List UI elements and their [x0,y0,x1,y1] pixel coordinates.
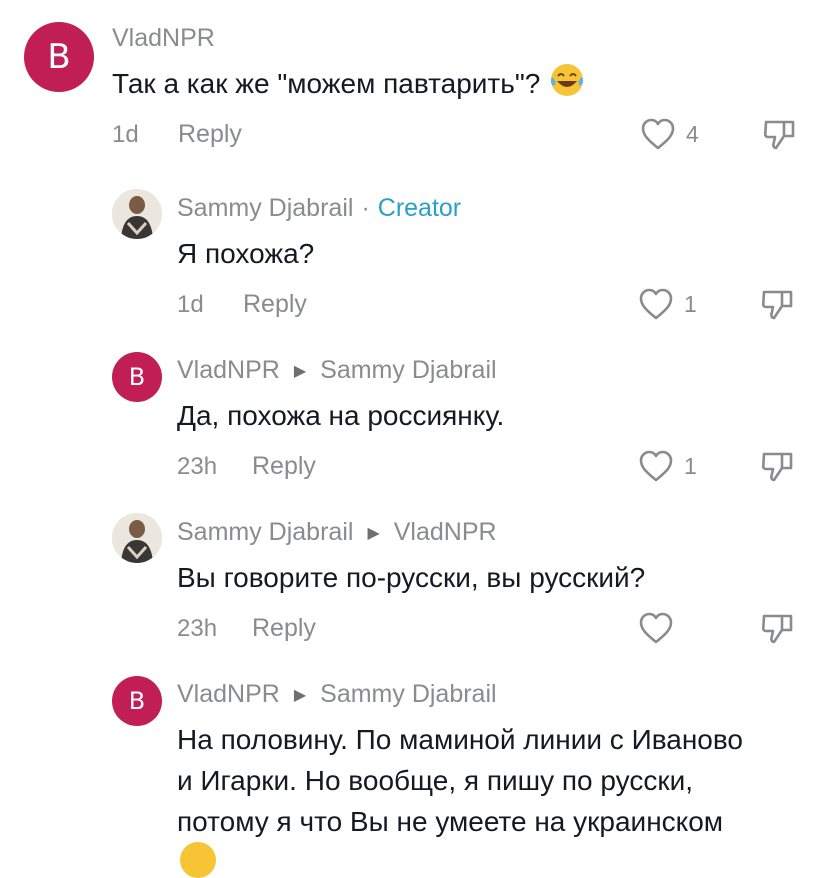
comment-line: и Игарки. Но вообще, я пишу по русски, [177,765,694,796]
reply-to-name[interactable]: Sammy Djabrail [320,680,496,709]
thumbs-down-outline-icon [761,452,793,482]
tears-of-joy-emoji-icon [548,61,586,110]
user-photo-icon [112,513,162,563]
like-button[interactable] [638,611,674,645]
comment-text: Да, похожа на россиянку. [177,400,505,431]
comment-time: 23h [177,615,218,642]
comment-author[interactable]: VladNPR [112,24,215,53]
emoji-partial-icon [180,842,216,878]
comment-actions: 23h Reply 1 [0,447,828,487]
like-button[interactable]: 4 [640,117,699,151]
separator: · [361,194,370,222]
avatar-letter: B [128,687,146,715]
reply-button[interactable]: Reply [243,290,307,319]
like-button[interactable]: 1 [638,287,697,321]
user-photo-icon [112,189,162,239]
dislike-button[interactable] [760,610,796,646]
avatar[interactable]: B [112,676,162,726]
dislike-button[interactable] [760,286,796,322]
comment-author: Sammy Djabrail · Creator [177,194,461,223]
comment-line: На половину. По маминой линии с Иваново [177,724,744,755]
comment-author: VladNPR ▶ Sammy Djabrail [177,680,497,709]
comment-line: потому я что Вы не умеете на украинском [177,806,724,837]
comment-body: Так а как же "можем павтарить"? [112,67,541,99]
like-count: 1 [684,290,697,317]
author-name[interactable]: Sammy Djabrail [177,518,353,547]
avatar[interactable]: B [24,22,94,92]
thumbs-down-outline-icon [761,290,793,320]
reply-to-name[interactable]: VladNPR [394,518,497,547]
avatar[interactable]: B [112,352,162,402]
author-name[interactable]: Sammy Djabrail [177,194,353,223]
author-name[interactable]: VladNPR [177,356,280,385]
author-name[interactable]: VladNPR [112,24,215,53]
reply-arrow-icon: ▶ [293,362,307,380]
avatar-letter: B [128,363,146,391]
comment-author: VladNPR ▶ Sammy Djabrail [177,356,497,385]
comment-actions: 1d Reply 1 [0,285,828,325]
thumbs-down-outline-icon [761,614,793,644]
dislike-button[interactable] [760,448,796,484]
comment-time: 1d [112,121,139,148]
heart-outline-icon [641,118,675,150]
reply-button[interactable]: Reply [252,452,316,481]
dislike-button[interactable] [762,116,798,152]
heart-outline-icon [639,612,673,644]
reply-arrow-icon: ▶ [293,686,307,704]
avatar[interactable] [112,189,162,239]
author-name[interactable]: VladNPR [177,680,280,709]
comment-text: На половину. По маминой линии с Иваново … [177,719,817,842]
comment-time: 23h [177,453,218,480]
comment-actions: 23h Reply [0,609,828,649]
comment-text: Я похожа? [177,238,315,269]
comment-time: 1d [177,291,204,318]
heart-outline-icon [639,288,673,320]
thumbs-down-outline-icon [763,120,795,150]
comment-text: Так а как же "можем павтарить"? [112,61,586,110]
comment-actions: 1d Reply 4 [0,115,828,155]
like-count: 4 [686,120,699,147]
reply-to-name[interactable]: Sammy Djabrail [320,356,496,385]
reply-button[interactable]: Reply [252,614,316,643]
comment-text: Вы говорите по-русски, вы русский? [177,562,646,593]
avatar[interactable] [112,513,162,563]
reply-button[interactable]: Reply [178,120,242,149]
like-count: 1 [684,452,697,479]
heart-outline-icon [639,450,673,482]
reply-arrow-icon: ▶ [367,524,380,542]
creator-badge: Creator [377,194,462,222]
like-button[interactable]: 1 [638,449,697,483]
comment-author: Sammy Djabrail ▶ VladNPR [177,518,497,547]
avatar-letter: B [47,37,71,77]
